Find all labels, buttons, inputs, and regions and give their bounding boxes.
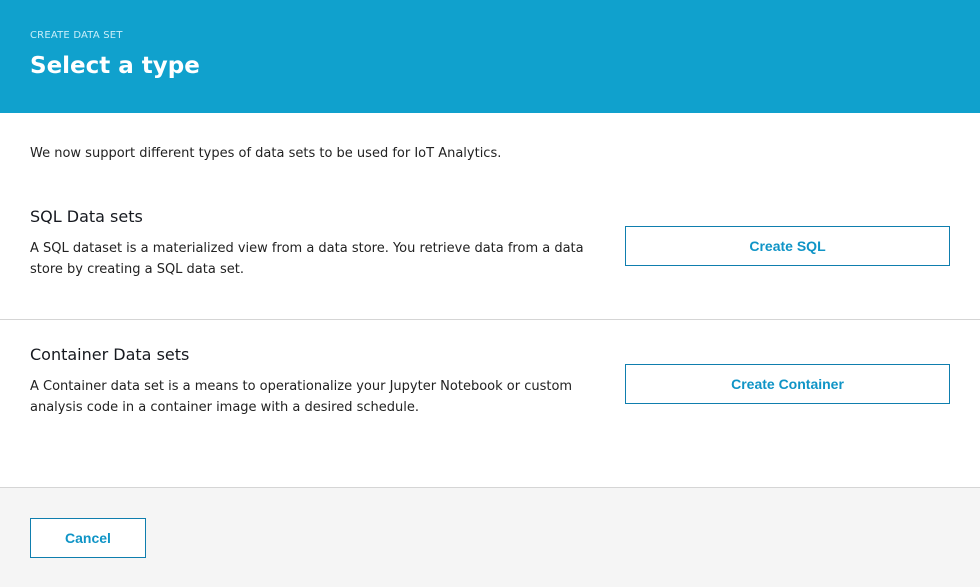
header-eyebrow: CREATE DATA SET (30, 30, 123, 41)
sql-section-title: SQL Data sets (30, 207, 143, 226)
create-sql-button[interactable]: Create SQL (625, 226, 950, 266)
intro-text: We now support different types of data s… (30, 146, 502, 161)
page-title: Select a type (30, 53, 200, 79)
dialog-footer: Cancel (0, 487, 980, 587)
create-data-set-dialog: CREATE DATA SET Select a type We now sup… (0, 0, 980, 587)
container-description-line-2: analysis code in a container image with … (30, 400, 419, 415)
sql-section-description: A SQL dataset is a materialized view fro… (30, 238, 590, 280)
sql-description-line-1: A SQL dataset is a materialized view fro… (30, 241, 584, 256)
cancel-button[interactable]: Cancel (30, 518, 146, 558)
container-section-title: Container Data sets (30, 345, 190, 364)
sql-description-line-2: store by creating a SQL data set. (30, 262, 244, 277)
container-description-line-1: A Container data set is a means to opera… (30, 379, 573, 394)
dialog-header: CREATE DATA SET Select a type (0, 0, 980, 113)
section-divider (0, 319, 980, 320)
container-section-description: A Container data set is a means to opera… (30, 376, 590, 418)
create-container-button[interactable]: Create Container (625, 364, 950, 404)
